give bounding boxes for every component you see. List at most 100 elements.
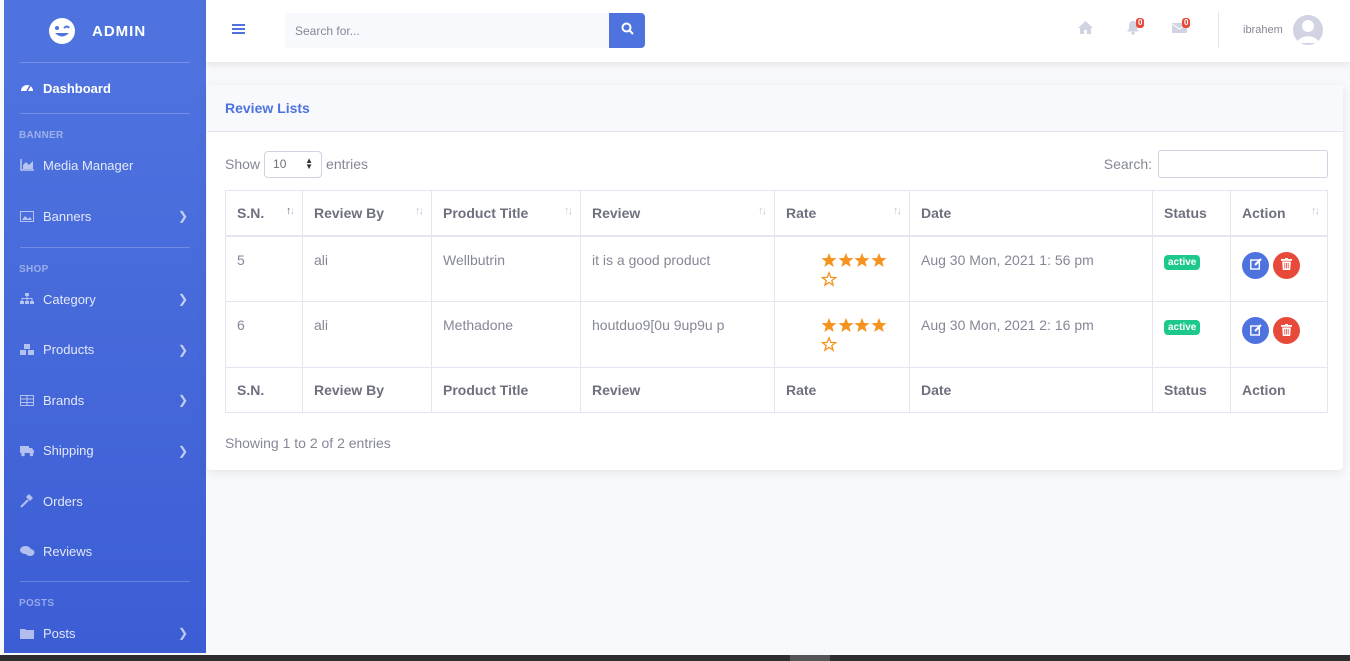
column-footer-action: Action bbox=[1230, 367, 1328, 413]
delete-button[interactable] bbox=[1273, 251, 1300, 279]
edit-button[interactable] bbox=[1242, 317, 1269, 344]
status-badge: active bbox=[1164, 254, 1201, 270]
sidebar-item-brands[interactable]: Brands ❯ bbox=[4, 380, 206, 420]
sidebar-heading-posts: POSTS bbox=[19, 598, 55, 609]
column-footer-status: Status bbox=[1152, 367, 1231, 413]
messages-dropdown[interactable]: 0 bbox=[1171, 18, 1191, 39]
truck-icon bbox=[19, 444, 35, 458]
star-filled-icon bbox=[871, 317, 888, 336]
sitemap-icon bbox=[19, 292, 35, 306]
cell-sn: 5 bbox=[225, 235, 303, 302]
chevron-right-icon: ❯ bbox=[177, 342, 188, 357]
edit-icon bbox=[1249, 257, 1262, 273]
column-header-review[interactable]: Review ↑↓ bbox=[580, 190, 775, 237]
table-info: Showing 1 to 2 of 2 entries bbox=[225, 435, 391, 451]
sidebar-item-reviews[interactable]: Reviews bbox=[4, 521, 206, 581]
scrollbar-thumb[interactable] bbox=[790, 655, 830, 661]
home-icon[interactable] bbox=[1077, 20, 1094, 40]
sidebar-item-products[interactable]: Products ❯ bbox=[4, 319, 206, 380]
hammer-icon bbox=[19, 494, 35, 508]
column-footer-date: Date bbox=[909, 367, 1153, 413]
entries-select-value: 10 bbox=[273, 157, 287, 171]
image-icon bbox=[19, 209, 35, 223]
horizontal-scrollbar[interactable] bbox=[0, 655, 1350, 661]
cell-review: it is a good product bbox=[580, 235, 775, 302]
sort-icon: ↑↓ bbox=[893, 205, 902, 217]
cubes-icon bbox=[19, 343, 35, 357]
table-footer-row: S.N. Review By Product Title Review Rate… bbox=[225, 367, 1328, 413]
search-label: Search: bbox=[1103, 156, 1152, 172]
comments-icon bbox=[19, 544, 35, 558]
table-controls: Show 10 ▲ ▼ entries Search: bbox=[225, 150, 1328, 180]
sidebar-item-label: Products bbox=[43, 342, 95, 357]
column-label: Review bbox=[592, 204, 641, 221]
search-input[interactable]: Search for... bbox=[285, 13, 609, 48]
column-header-product-title[interactable]: Product Title ↑↓ bbox=[431, 190, 581, 237]
sidebar-item-label: Category bbox=[43, 291, 96, 307]
column-footer-product-title: Product Title bbox=[431, 367, 581, 413]
sidebar-item-banners[interactable]: Banners ❯ bbox=[4, 185, 206, 247]
card-title: Review Lists bbox=[225, 100, 310, 116]
folder-icon bbox=[19, 626, 35, 640]
search-icon bbox=[621, 22, 634, 40]
column-label: S.N. bbox=[237, 204, 265, 221]
cell-rate bbox=[774, 235, 910, 302]
edit-button[interactable] bbox=[1242, 251, 1269, 279]
star-filled-icon bbox=[854, 317, 871, 336]
table-search-input[interactable] bbox=[1158, 150, 1328, 178]
status-badge: active bbox=[1164, 320, 1201, 335]
cell-rate bbox=[774, 301, 910, 368]
column-footer-review: Review bbox=[580, 367, 775, 413]
sidebar-item-label: Dashboard bbox=[43, 80, 111, 96]
chevron-right-icon: ❯ bbox=[177, 209, 188, 223]
topbar-divider bbox=[1218, 12, 1219, 48]
delete-button[interactable] bbox=[1273, 317, 1300, 344]
column-header-status[interactable]: Status bbox=[1152, 190, 1231, 237]
sidebar-item-category[interactable]: Category ❯ bbox=[4, 279, 206, 319]
sidebar-brand[interactable]: ADMIN bbox=[4, 0, 206, 62]
table-row: 6 ali Methadone houtduo9[0u 9up9u p Aug 30 M… bbox=[225, 301, 1328, 368]
table-icon bbox=[19, 393, 35, 407]
column-header-rate[interactable]: Rate ↑↓ bbox=[774, 190, 910, 237]
user-name[interactable]: ibrahem bbox=[1243, 24, 1283, 36]
sidebar-item-orders[interactable]: Orders bbox=[4, 481, 206, 521]
star-filled-icon bbox=[838, 317, 855, 336]
sidebar-item-label: Orders bbox=[43, 493, 83, 509]
search-button[interactable] bbox=[609, 13, 645, 48]
star-empty-icon bbox=[820, 270, 838, 290]
column-label: Action bbox=[1242, 204, 1286, 221]
sidebar-toggle-icon[interactable] bbox=[232, 22, 245, 40]
cell-date: Aug 30 Mon, 2021 1: 56 pm bbox=[909, 235, 1153, 302]
column-header-sn[interactable]: S.N. ↑↓ bbox=[225, 190, 303, 237]
sidebar-item-dashboard[interactable]: Dashboard bbox=[4, 63, 206, 113]
column-header-review-by[interactable]: Review By ↑↓ bbox=[302, 190, 432, 237]
brand-title: ADMIN bbox=[92, 22, 147, 40]
sidebar-heading-banner: BANNER bbox=[19, 130, 64, 141]
reviews-table: S.N. ↑↓ Review By ↑↓ Product Title ↑↓ Revie… bbox=[225, 190, 1328, 413]
review-list-card: Review Lists Show 10 ▲ ▼ entries Search: … bbox=[207, 85, 1343, 470]
alerts-count-badge: 0 bbox=[1136, 18, 1145, 28]
tachometer-icon bbox=[19, 81, 35, 95]
column-header-action[interactable]: Action ↑↓ bbox=[1230, 190, 1328, 237]
sidebar-item-shipping[interactable]: Shipping ❯ bbox=[4, 420, 206, 481]
entries-label: entries bbox=[326, 156, 369, 172]
column-header-date[interactable]: Date bbox=[909, 190, 1153, 237]
cell-review: houtduo9[0u 9up9u p bbox=[580, 301, 775, 368]
entries-select[interactable]: 10 ▲ ▼ bbox=[264, 150, 323, 178]
sidebar-item-media-manager[interactable]: Media Manager bbox=[4, 145, 206, 185]
sidebar-heading-shop: SHOP bbox=[19, 264, 49, 275]
sort-icon: ↑↓ bbox=[758, 205, 767, 217]
alerts-dropdown[interactable]: 0 bbox=[1126, 18, 1145, 40]
cell-product-title: Wellbutrin bbox=[431, 235, 581, 302]
sidebar-item-label: Media Manager bbox=[43, 157, 134, 173]
cell-review-by: ali bbox=[302, 235, 432, 302]
star-empty-icon bbox=[820, 336, 838, 355]
card-header: Review Lists bbox=[207, 85, 1343, 132]
chevron-right-icon: ❯ bbox=[177, 393, 188, 407]
avatar[interactable] bbox=[1293, 15, 1323, 45]
sort-icon: ↑↓ bbox=[286, 205, 295, 217]
column-footer-sn: S.N. bbox=[225, 367, 303, 413]
chevron-right-icon: ❯ bbox=[177, 626, 188, 640]
sidebar-item-posts[interactable]: Posts ❯ bbox=[4, 613, 206, 653]
cell-sn: 6 bbox=[225, 301, 303, 368]
